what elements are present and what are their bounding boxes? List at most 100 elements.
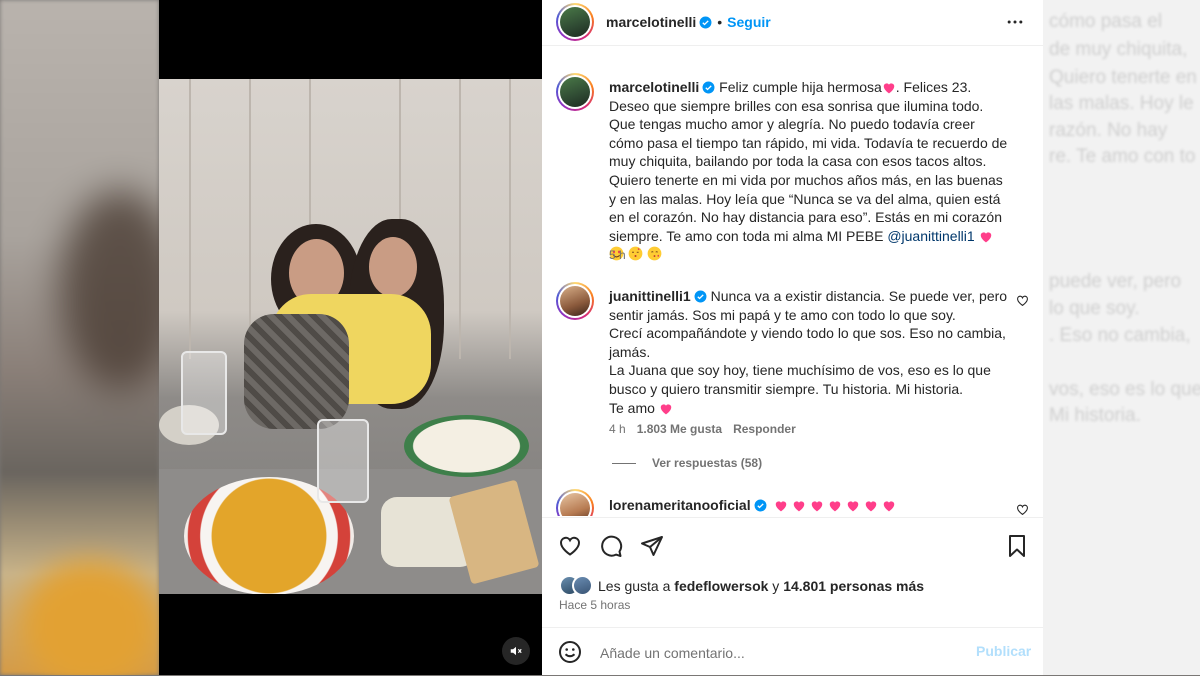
- heart-emoji-icon: [660, 403, 672, 414]
- emoji-icon: [559, 641, 581, 663]
- post-media[interactable]: [159, 0, 542, 675]
- wine-glass: [181, 351, 227, 435]
- caption-meta: 5 h: [609, 248, 637, 262]
- post-header: marcelotinelli • Seguir: [542, 0, 1043, 46]
- comment-likes-count[interactable]: 1.803 Me gusta: [637, 422, 722, 436]
- comment-avatar[interactable]: [556, 489, 594, 516]
- ghost-text: las malas. Hoy le: [1049, 93, 1194, 114]
- ghost-text: . Eso no cambia,: [1049, 325, 1191, 346]
- view-replies-button[interactable]: Ver respuestas (58): [612, 456, 762, 470]
- comment-line: Crecí acompañándote y viendo todo lo que…: [609, 325, 1006, 360]
- heart-emoji-icon: [794, 501, 805, 512]
- ghost-text: razón. No hay: [1049, 120, 1168, 141]
- ghost-text: cómo pasa el: [1049, 11, 1163, 32]
- comment-timestamp[interactable]: 4 h: [609, 422, 626, 436]
- caption-text-start: Feliz cumple hija hermosa: [719, 79, 882, 95]
- author-avatar[interactable]: [556, 3, 594, 41]
- ghost-text: vos, eso es lo que: [1049, 379, 1200, 400]
- caption-username[interactable]: marcelotinelli: [609, 79, 699, 95]
- likes-middle: y: [768, 577, 784, 594]
- caption-timestamp[interactable]: 5 h: [609, 248, 626, 262]
- ghost-text: de muy chiquita,: [1049, 39, 1188, 60]
- publish-button[interactable]: Publicar: [976, 643, 1031, 659]
- view-replies-label: Ver respuestas (58): [652, 456, 763, 470]
- blurred-background-left: [0, 0, 180, 675]
- verified-icon: [694, 290, 707, 303]
- emoji-picker-button[interactable]: [558, 640, 582, 667]
- likes-others-count[interactable]: 14.801 personas más: [783, 578, 924, 594]
- post-photo: [159, 79, 542, 594]
- heart-emoji-icon: [883, 83, 895, 94]
- water-glass: [317, 419, 369, 503]
- bookmark-icon: [1009, 535, 1025, 557]
- blurred-shape: [20, 560, 160, 675]
- kissing-heart-emoji-icon: [647, 246, 662, 261]
- ghost-text: lo que soy.: [1049, 298, 1140, 319]
- caption: marcelotinelli Feliz cumple hija hermosa…: [609, 78, 1009, 264]
- ghost-text: re. Te amo con to: [1049, 146, 1196, 167]
- comment-like-icon[interactable]: [1016, 294, 1029, 307]
- heart-icon: [560, 536, 580, 556]
- action-bar: Les gusta a fedeflowersok y 14.801 perso…: [542, 517, 1043, 628]
- heart-emoji-icon: [776, 501, 787, 512]
- replies-divider: [612, 462, 636, 464]
- mute-button[interactable]: [502, 637, 530, 665]
- more-options-button[interactable]: [1005, 12, 1025, 35]
- author-username[interactable]: marcelotinelli: [606, 14, 696, 30]
- comment-button[interactable]: [599, 534, 623, 561]
- likes-prefix: Les gusta a: [598, 577, 675, 594]
- caption-avatar[interactable]: [556, 73, 594, 111]
- comment-avatar[interactable]: [556, 282, 594, 320]
- verified-icon: [702, 81, 715, 94]
- share-button[interactable]: [640, 534, 664, 561]
- header-user-line: marcelotinelli • Seguir: [606, 14, 771, 32]
- wall-panel: [189, 79, 191, 359]
- comment-composer: Publicar: [542, 627, 1043, 676]
- wall-panel: [459, 79, 461, 359]
- comments-list[interactable]: marcelotinelli Feliz cumple hija hermosa…: [542, 46, 1043, 516]
- post-time-ago[interactable]: Hace 5 horas: [559, 598, 630, 612]
- caption-mention[interactable]: @juanittinelli1: [887, 228, 974, 244]
- blurred-background-right: cómo pasa el de muy chiquita, Quiero ten…: [1043, 0, 1200, 675]
- heart-emoji-icon: [829, 501, 841, 512]
- share-icon: [641, 536, 663, 556]
- comment-line: La Juana que soy hoy, tiene muchísimo de…: [609, 362, 991, 397]
- reply-button[interactable]: Responder: [733, 422, 796, 436]
- liker-avatar: [572, 575, 593, 596]
- comment-username[interactable]: lorenameritanooficial: [609, 497, 751, 513]
- liker-username[interactable]: fedeflowersok: [674, 578, 768, 594]
- separator-dot: •: [717, 14, 723, 30]
- plate: [404, 415, 529, 477]
- heart-emoji-icon: [980, 232, 991, 243]
- knit-sweater: [244, 314, 349, 429]
- comment-text: juanittinelli1 Nunca va a existir distan…: [609, 287, 1009, 417]
- save-button[interactable]: [1006, 534, 1028, 561]
- ghost-text: Quiero tenerte en: [1049, 67, 1197, 88]
- comment-input[interactable]: [598, 641, 962, 665]
- ghost-text: Mi historia.: [1049, 405, 1141, 426]
- heart-emoji-icon: [865, 501, 877, 512]
- heart-emoji-icon: [883, 501, 895, 512]
- more-icon: [1007, 20, 1023, 24]
- ghost-text: puede ver, pero: [1049, 271, 1182, 292]
- hearts-row: [774, 497, 895, 513]
- verified-icon: [754, 499, 767, 512]
- heart-emoji-icon: [847, 501, 859, 512]
- like-button[interactable]: [558, 534, 582, 561]
- wall-panel: [249, 79, 251, 359]
- verified-icon: [699, 16, 712, 29]
- comment-like-icon[interactable]: [1016, 503, 1029, 516]
- comment-text: lorenameritanooficial: [609, 496, 1009, 515]
- comment-line: Te amo: [609, 399, 655, 416]
- comment-meta: 4 h 1.803 Me gusta Responder: [609, 422, 807, 436]
- caption-text: . Felices 23. Deseo que siempre brilles …: [609, 79, 1008, 244]
- follow-button[interactable]: Seguir: [727, 14, 771, 30]
- comment-username[interactable]: juanittinelli1: [609, 288, 691, 304]
- mute-icon: [510, 646, 522, 656]
- heart-emoji-icon: [812, 501, 823, 512]
- face-right: [369, 237, 417, 297]
- post-panel: marcelotinelli • Seguir marcelotinelli Fel…: [542, 0, 1043, 675]
- wall-panel: [509, 79, 511, 359]
- comment-icon: [601, 535, 623, 557]
- likes-summary: Les gusta a fedeflowersok y 14.801 perso…: [559, 575, 924, 596]
